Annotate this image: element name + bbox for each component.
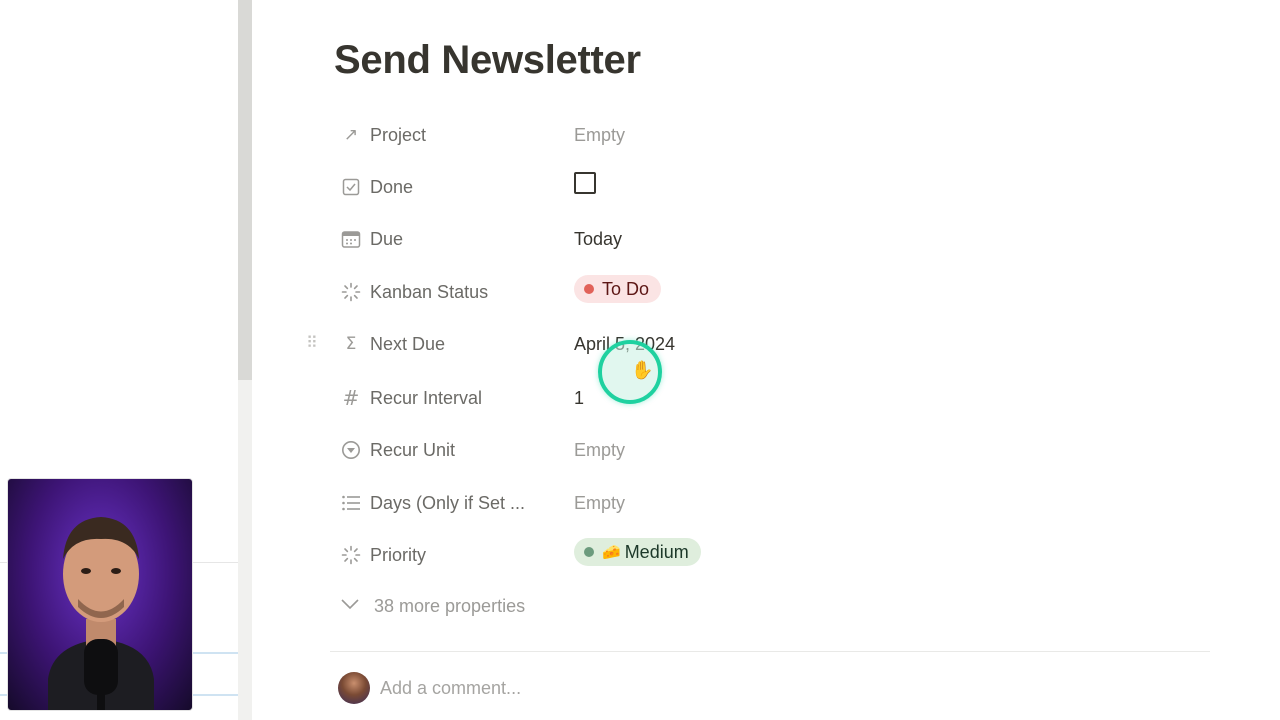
property-value[interactable]: Empty: [574, 440, 625, 461]
property-value[interactable]: Empty: [574, 125, 625, 146]
sigma-icon: Σ: [345, 334, 357, 354]
drag-handle-icon[interactable]: ⠿: [306, 333, 320, 353]
cheese-emoji-icon: 🧀: [602, 544, 621, 561]
status-pill-label: To Do: [602, 278, 650, 299]
status-icon: [340, 544, 362, 566]
property-label: Priority: [370, 545, 427, 565]
calendar-icon: [340, 228, 362, 250]
page-title[interactable]: Send Newsletter: [334, 38, 641, 83]
property-value[interactable]: Today: [574, 229, 622, 250]
property-recur-unit[interactable]: Recur Unit Empty: [334, 429, 1034, 469]
hash-icon: #: [342, 386, 360, 410]
presenter-video: [48, 517, 154, 710]
property-done[interactable]: Done: [334, 166, 1034, 206]
more-properties-label: 38 more properties: [374, 596, 526, 616]
comment-composer[interactable]: Add a comment...: [334, 670, 934, 706]
property-days[interactable]: Days (Only if Set ... Empty: [334, 482, 1034, 522]
property-next-due[interactable]: Σ Next Due April 5, 2024: [334, 323, 1034, 363]
property-value[interactable]: 1: [574, 388, 584, 409]
chevron-down-icon: [340, 596, 360, 615]
comment-input[interactable]: Add a comment...: [380, 678, 521, 699]
scrollbar-thumb[interactable]: [238, 0, 252, 380]
property-kanban-status[interactable]: Kanban Status To Do: [334, 271, 1034, 311]
webcam-overlay: [7, 478, 193, 711]
list-icon: [340, 492, 362, 514]
property-label: Due: [370, 229, 404, 249]
select-icon: [340, 439, 362, 461]
property-label: Project: [370, 125, 427, 145]
priority-pill-medium[interactable]: 🧀 Medium: [574, 538, 701, 566]
property-label: Kanban Status: [370, 282, 489, 302]
status-dot: [584, 284, 594, 294]
property-value[interactable]: Empty: [574, 493, 625, 514]
property-due[interactable]: Due Today: [334, 218, 1034, 258]
property-recur-interval[interactable]: # Recur Interval 1: [334, 377, 1034, 417]
property-project[interactable]: ↗ Project Empty: [334, 114, 1034, 154]
checkbox-icon: [340, 176, 362, 198]
property-label: Recur Unit: [370, 440, 456, 460]
section-divider: [330, 651, 1210, 652]
property-label: Days (Only if Set ...: [370, 493, 526, 513]
priority-pill-label: Medium: [624, 541, 689, 562]
done-checkbox[interactable]: [574, 172, 596, 194]
status-icon: [340, 281, 362, 303]
property-label: Next Due: [370, 334, 446, 354]
property-priority[interactable]: Priority 🧀 Medium: [334, 534, 1034, 574]
status-dot: [584, 547, 594, 557]
property-label: Done: [370, 177, 414, 197]
arrow-up-right-icon: ↗: [343, 125, 359, 145]
property-label: Recur Interval: [370, 388, 483, 408]
avatar: [338, 672, 370, 704]
status-pill-todo[interactable]: To Do: [574, 275, 662, 303]
hand-cursor-icon: ✋: [631, 360, 654, 381]
